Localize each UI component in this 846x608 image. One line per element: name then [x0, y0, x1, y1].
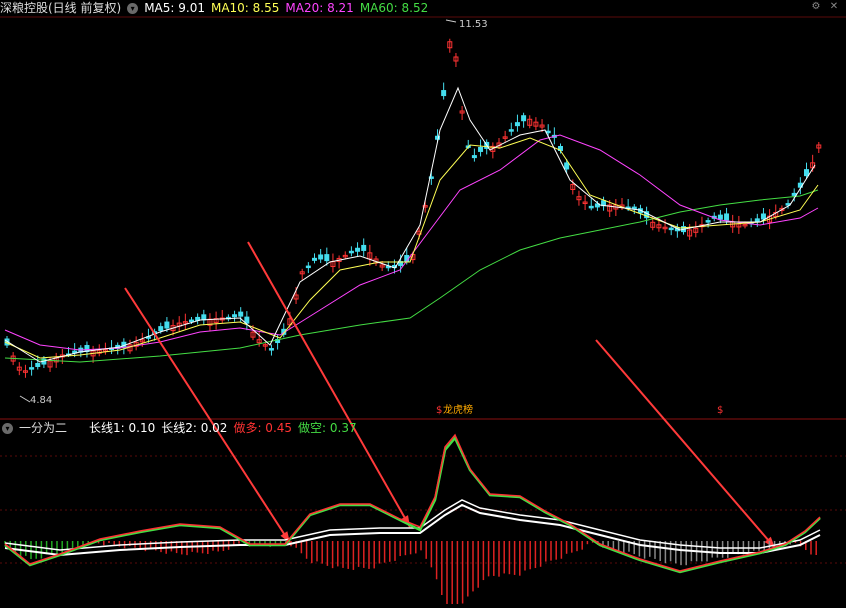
- candle-body: [324, 254, 330, 262]
- main-header: 深粮控股(日线 前复权) ▾ MA5: 9.01 MA10: 8.55 MA20…: [0, 0, 434, 16]
- dragon-tiger-tag[interactable]: 龙虎榜: [443, 405, 473, 417]
- stock-title: 深粮控股(日线 前复权): [0, 1, 122, 15]
- ma20-line: [4, 134, 819, 351]
- high-price-label: 11.53: [459, 19, 488, 30]
- chart-canvas[interactable]: [0, 0, 846, 608]
- candle-body: [158, 326, 164, 332]
- candle-body: [545, 130, 551, 134]
- long1-line: [4, 503, 821, 557]
- candle-body: [521, 115, 527, 122]
- long1-label: 长线1: 0.10: [89, 421, 156, 435]
- low-price-label: 4.84: [30, 395, 53, 406]
- gear-icon[interactable]: ⚙: [810, 1, 822, 13]
- candle-body: [238, 311, 244, 317]
- chevron-down-icon[interactable]: ▾: [127, 2, 139, 14]
- ma60-label: MA60: 8.52: [359, 1, 429, 15]
- candle-body: [717, 214, 723, 220]
- candle-body: [705, 220, 711, 223]
- marker-dollar-1[interactable]: $: [436, 405, 442, 417]
- candle-body: [514, 122, 520, 127]
- long-short-label: 做多: 0.45: [233, 421, 293, 435]
- ma20-label: MA20: 8.21: [285, 1, 354, 15]
- ma5-label: MA5: 9.01: [144, 1, 205, 15]
- annotation-arrow-2: [247, 241, 411, 528]
- ma10-line: [4, 137, 819, 359]
- candle-body: [754, 218, 760, 223]
- candle-body: [355, 247, 361, 252]
- candle-body: [29, 367, 35, 370]
- candle-body: [441, 90, 447, 97]
- candle-body: [35, 362, 41, 367]
- candle-body: [508, 129, 514, 132]
- candle-body: [471, 155, 477, 159]
- candle-body: [164, 321, 170, 329]
- candle-body: [588, 205, 594, 209]
- ma5-line: [4, 86, 816, 363]
- candle-body: [268, 348, 274, 351]
- candle-body: [478, 146, 484, 152]
- candle-body: [668, 227, 674, 231]
- indicator-name: 一分为二: [19, 421, 68, 435]
- indicator-header: ▾ 一分为二 长线1: 0.10 长线2: 0.02 做多: 0.45 做空: …: [0, 420, 363, 436]
- candle-body: [189, 319, 194, 323]
- candle-body: [361, 244, 367, 251]
- candle-body: [760, 213, 766, 220]
- candle-body: [305, 265, 311, 269]
- candle-body: [804, 169, 809, 177]
- ma60-line: [4, 189, 819, 363]
- candle-body: [564, 162, 570, 170]
- close-icon[interactable]: ✕: [828, 1, 840, 13]
- candle-body: [201, 314, 207, 321]
- candle-body: [724, 213, 730, 221]
- long2-label: 长线2: 0.02: [161, 421, 228, 435]
- annotation-arrow-1: [124, 287, 291, 544]
- candle-body: [232, 314, 238, 318]
- low-marker-line: [19, 395, 31, 403]
- candle-body: [244, 316, 250, 324]
- short-label: 做空: 0.37: [298, 421, 357, 435]
- candle-body: [312, 257, 317, 261]
- candle-body: [318, 254, 324, 260]
- marker-dollar-2[interactable]: $: [717, 405, 723, 417]
- annotation-arrow-3: [595, 339, 776, 549]
- ma10-label: MA10: 8.55: [210, 1, 280, 15]
- high-marker-line: [445, 19, 457, 23]
- chevron-down-icon[interactable]: ▾: [2, 422, 13, 434]
- candle-body: [348, 250, 354, 254]
